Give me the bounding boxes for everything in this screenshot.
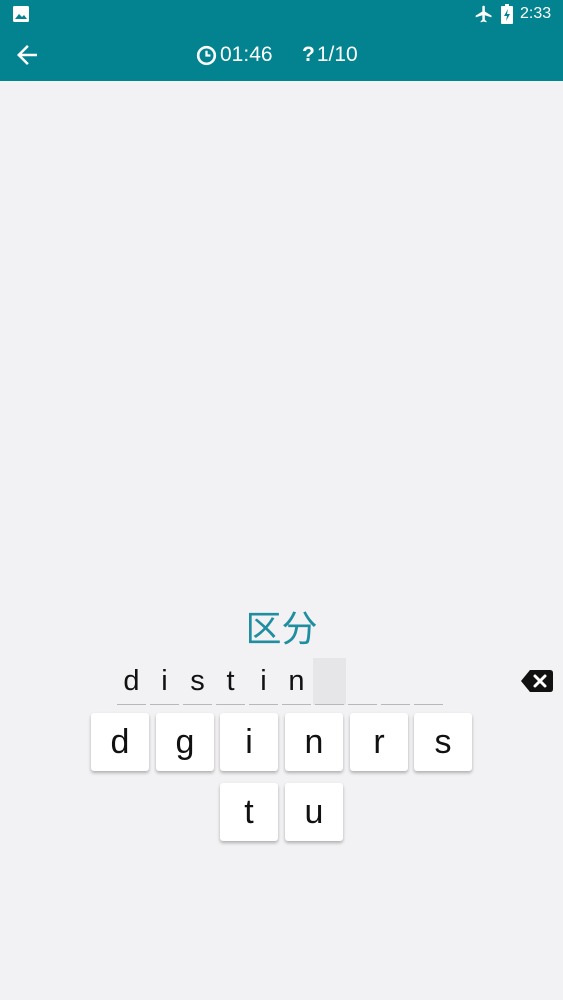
clock-icon: [196, 45, 217, 65]
letter-key[interactable]: u: [285, 783, 343, 841]
back-button[interactable]: [8, 36, 46, 74]
arrow-back-icon: [17, 45, 37, 65]
letter-key[interactable]: g: [156, 713, 214, 771]
letter-key[interactable]: i: [220, 713, 278, 771]
letter-key[interactable]: d: [91, 713, 149, 771]
answer-slot[interactable]: d: [115, 658, 148, 705]
app-bar: 01:46 ? 1/10: [0, 28, 563, 81]
backspace-button[interactable]: [521, 670, 553, 692]
timer: 01:46: [196, 42, 273, 68]
letter-key[interactable]: t: [220, 783, 278, 841]
answer-slot[interactable]: s: [181, 658, 214, 705]
question-mark-icon: ?: [302, 43, 315, 66]
clock: 2:33: [520, 5, 552, 22]
letter-key[interactable]: r: [350, 713, 408, 771]
answer-slot[interactable]: i: [247, 658, 280, 705]
timer-value: 01:46: [220, 43, 273, 66]
letter-key[interactable]: n: [285, 713, 343, 771]
battery-charging-icon: [501, 4, 513, 24]
answer-slot[interactable]: [313, 658, 346, 705]
airplane-mode-icon: [475, 5, 492, 23]
progress-value: 1/10: [316, 43, 358, 66]
letter-key[interactable]: s: [414, 713, 472, 771]
status-bar: 2:33: [0, 0, 563, 28]
question-progress: ? 1/10: [302, 42, 358, 68]
answer-slot[interactable]: [379, 658, 412, 705]
answer-slot[interactable]: n: [280, 658, 313, 705]
image-icon: [13, 6, 29, 22]
answer-slot[interactable]: [412, 658, 445, 705]
answer-slots: distin: [115, 658, 445, 705]
backspace-icon: [521, 670, 553, 692]
answer-slot[interactable]: i: [148, 658, 181, 705]
answer-slot[interactable]: t: [214, 658, 247, 705]
answer-slot[interactable]: [346, 658, 379, 705]
question-prompt: 区分: [245, 609, 318, 650]
